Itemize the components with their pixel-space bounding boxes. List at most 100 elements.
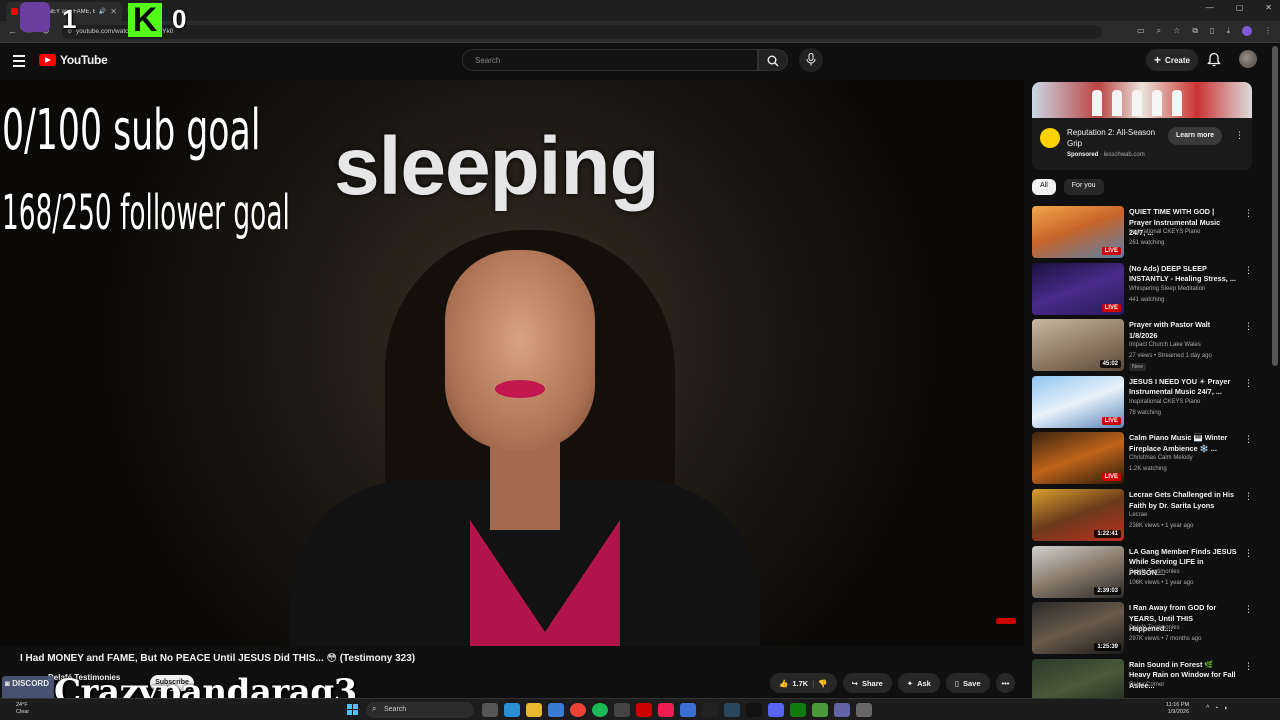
hamburger-menu-icon[interactable] bbox=[13, 55, 25, 67]
edge-icon[interactable] bbox=[504, 703, 520, 717]
chip-for-you[interactable]: For you bbox=[1063, 179, 1104, 195]
rec-menu-icon[interactable]: ⋮ bbox=[1244, 491, 1253, 502]
rec-title[interactable]: Prayer with Pastor Walt 1/8/2026 bbox=[1129, 320, 1237, 341]
start-windows-icon[interactable] bbox=[347, 704, 358, 715]
discord-app-icon[interactable] bbox=[768, 703, 784, 717]
tiktok-icon[interactable] bbox=[658, 703, 674, 717]
steam-icon[interactable] bbox=[724, 703, 740, 717]
settings-gear-icon[interactable] bbox=[856, 703, 872, 717]
tray-chevron-icon[interactable]: ^ bbox=[1206, 705, 1209, 712]
video-thumbnail[interactable]: 1:22:41 bbox=[1032, 489, 1124, 541]
create-button[interactable]: + Create bbox=[1146, 49, 1198, 71]
spotify-icon[interactable] bbox=[592, 703, 608, 717]
speaker-icon[interactable]: 🔊 bbox=[99, 8, 106, 15]
app2-icon[interactable] bbox=[680, 703, 696, 717]
clock[interactable]: 11:16 PM 1/9/2026 bbox=[1166, 702, 1189, 716]
learn-more-button[interactable]: Learn more bbox=[1168, 127, 1222, 145]
video-thumbnail[interactable]: 1:25:39 bbox=[1032, 602, 1124, 655]
browser-menu-icon[interactable]: ⋮ bbox=[1264, 26, 1272, 36]
rec-channel[interactable]: Relax Corner bbox=[1129, 682, 1164, 688]
recommendation-item[interactable]: LIVE (No Ads) DEEP SLEEP INSTANTLY - Heal… bbox=[1032, 262, 1258, 317]
recommendation-item[interactable]: 45:02 Prayer with Pastor Walt 1/8/2026 Imp… bbox=[1032, 319, 1258, 373]
recommendation-item[interactable]: LIVE Calm Piano Music 🎹 Winter Fireplace … bbox=[1032, 432, 1258, 486]
cast-icon[interactable]: ▭ bbox=[1137, 26, 1145, 36]
rec-menu-icon[interactable]: ⋮ bbox=[1244, 604, 1253, 615]
weather-widget[interactable]: 24°F Clear bbox=[16, 702, 29, 716]
chip-all[interactable]: All bbox=[1032, 179, 1056, 195]
video-thumbnail[interactable]: 45:02 bbox=[1032, 319, 1124, 372]
rec-channel[interactable]: Delafé Testimonies bbox=[1129, 569, 1180, 575]
app3-icon[interactable] bbox=[812, 703, 828, 717]
profile-icon[interactable] bbox=[1242, 26, 1252, 36]
rec-menu-icon[interactable]: ⋮ bbox=[1244, 548, 1253, 559]
url-field[interactable]: ⚙ youtube.com/watch?v=...bey5Yk0 bbox=[62, 25, 1102, 39]
rec-title[interactable]: Calm Piano Music 🎹 Winter Fireplace Ambi… bbox=[1129, 433, 1237, 454]
taskbar-search[interactable]: ⌕ Search bbox=[366, 702, 474, 718]
maximize-icon[interactable]: ▢ bbox=[1236, 3, 1244, 12]
video-thumbnail[interactable]: LIVE bbox=[1032, 432, 1124, 485]
ad-menu-icon[interactable]: ⋮ bbox=[1235, 130, 1244, 141]
save-button[interactable]: ▯ Save bbox=[945, 673, 990, 693]
minimize-icon[interactable]: — bbox=[1206, 3, 1214, 12]
rec-title[interactable]: JESUS I NEED YOU ☀ Prayer Instrumental M… bbox=[1129, 377, 1237, 398]
rec-channel[interactable]: Inspirational CKEYS Piano bbox=[1129, 229, 1200, 235]
rec-title[interactable]: (No Ads) DEEP SLEEP INSTANTLY - Healing … bbox=[1129, 264, 1237, 285]
thumbs-down-icon[interactable]: 👎 bbox=[818, 679, 827, 688]
sidebar-icon[interactable]: ▯ bbox=[1210, 26, 1214, 36]
store-icon[interactable] bbox=[548, 703, 564, 717]
bookmark-star-icon[interactable]: ☆ bbox=[1173, 26, 1180, 36]
recommendation-item[interactable]: LIVE JESUS I NEED YOU ☀ Prayer Instrument… bbox=[1032, 375, 1258, 430]
rec-channel[interactable]: Christmas Calm Melody bbox=[1129, 455, 1193, 461]
recommendation-item[interactable]: 1:22:41 Lecrae Gets Challenged in His Fai… bbox=[1032, 489, 1258, 543]
rec-channel[interactable]: Lecrae bbox=[1129, 512, 1147, 518]
downloads-icon[interactable]: ⤓ bbox=[1226, 26, 1230, 36]
close-tab-icon[interactable]: ✕ bbox=[110, 7, 117, 16]
video-thumbnail[interactable]: LIVE bbox=[1032, 262, 1124, 315]
ask-button[interactable]: ✦ Ask bbox=[897, 673, 940, 693]
file-explorer-icon[interactable] bbox=[526, 703, 542, 717]
rec-menu-icon[interactable]: ⋮ bbox=[1244, 378, 1253, 389]
sidebar-ad[interactable]: Reputation 2: All-Season Grip Sponsored … bbox=[1032, 82, 1252, 170]
voice-search-button[interactable] bbox=[799, 48, 823, 72]
search-button[interactable] bbox=[758, 49, 788, 71]
notifications-bell-icon[interactable] bbox=[1207, 52, 1221, 67]
volume-icon[interactable]: ◖ bbox=[1224, 705, 1228, 712]
page-scrollbar[interactable] bbox=[1272, 46, 1278, 366]
recommendation-item[interactable]: 1:25:39 I Ran Away from GOD for YEARS, Un… bbox=[1032, 602, 1258, 656]
like-button[interactable]: 👍 1.7K | 👎 bbox=[770, 673, 837, 693]
recommendation-item[interactable]: 2:39:03 LA Gang Member Finds JESUS While … bbox=[1032, 545, 1258, 600]
rec-channel[interactable]: Whispering Sleep Meditation bbox=[1129, 286, 1205, 292]
rec-menu-icon[interactable]: ⋮ bbox=[1244, 321, 1253, 332]
teams-icon[interactable] bbox=[834, 703, 850, 717]
rec-channel[interactable]: Inspirational CKEYS Piano bbox=[1129, 399, 1200, 405]
chrome-icon[interactable] bbox=[570, 703, 586, 717]
rec-menu-icon[interactable]: ⋮ bbox=[1244, 434, 1253, 445]
video-thumbnail[interactable]: LIVE bbox=[1032, 375, 1124, 428]
close-window-icon[interactable]: ✕ bbox=[1265, 3, 1272, 12]
network-icon[interactable]: ◔ bbox=[1214, 705, 1218, 712]
rec-channel[interactable]: Delafé Testimonies bbox=[1129, 625, 1180, 631]
extensions-icon[interactable]: ⧉ bbox=[1192, 26, 1198, 36]
search-input[interactable]: Search bbox=[462, 49, 758, 71]
more-actions-button[interactable]: ••• bbox=[995, 673, 1016, 693]
youtube-app-icon[interactable] bbox=[636, 703, 652, 717]
capcut-icon[interactable] bbox=[702, 703, 718, 717]
kick-app-icon[interactable] bbox=[746, 703, 762, 717]
video-thumbnail[interactable]: 2:39:03 bbox=[1032, 545, 1124, 598]
rec-title[interactable]: Lecrae Gets Challenged in His Faith by D… bbox=[1129, 490, 1237, 511]
channel-watermark[interactable] bbox=[996, 618, 1016, 624]
app-icon[interactable] bbox=[614, 703, 630, 717]
share-button[interactable]: ↪ Share bbox=[842, 673, 892, 693]
youtube-logo[interactable]: YouTube bbox=[39, 53, 108, 67]
rec-menu-icon[interactable]: ⋮ bbox=[1244, 661, 1253, 672]
video-thumbnail[interactable]: LIVE bbox=[1032, 206, 1124, 258]
task-view-icon[interactable] bbox=[482, 703, 498, 717]
rec-channel[interactable]: Impact Church Lake Wales bbox=[1129, 342, 1201, 348]
recommendation-item[interactable]: LIVE QUIET TIME WITH GOD | Prayer Instrum… bbox=[1032, 206, 1258, 260]
rec-menu-icon[interactable]: ⋮ bbox=[1244, 208, 1253, 219]
back-icon[interactable]: ← bbox=[8, 26, 17, 36]
zoom-icon[interactable]: ⌕ bbox=[1157, 26, 1161, 36]
rec-menu-icon[interactable]: ⋮ bbox=[1244, 265, 1253, 276]
account-avatar[interactable] bbox=[1239, 50, 1257, 68]
xbox-icon[interactable] bbox=[790, 703, 806, 717]
